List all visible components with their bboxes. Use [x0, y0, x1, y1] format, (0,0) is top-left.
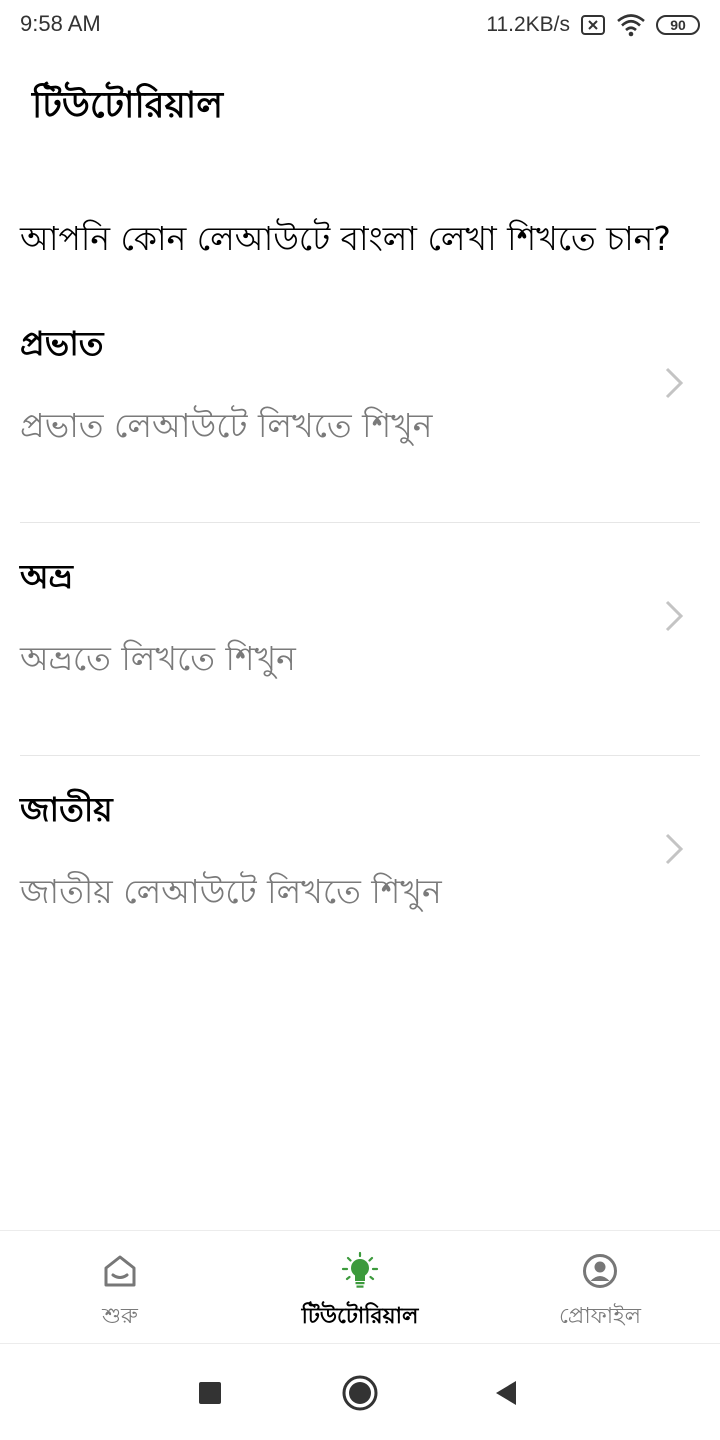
layout-item-probhat[interactable]: প্রভাত প্রভাত লেআউটে লিখতে শিখুন [20, 290, 700, 523]
layout-question: আপনি কোন লেআউটে বাংলা লেখা শিখতে চান? [20, 219, 671, 258]
lightbulb-icon [341, 1251, 379, 1288]
layout-title: প্রভাত [20, 324, 104, 363]
sim-none-icon [580, 14, 606, 36]
home-icon [104, 1255, 136, 1287]
chevron-right-icon [665, 833, 684, 865]
recents-square-icon[interactable] [190, 1373, 230, 1413]
nav-label: টিউটোরিয়াল [301, 1304, 419, 1329]
battery-icon: 90 [656, 15, 700, 35]
nav-item-profile[interactable]: প্রোফাইল [480, 1231, 720, 1343]
layout-list: প্রভাত প্রভাত লেআউটে লিখতে শিখুন অভ্র অভ… [20, 290, 700, 989]
home-circle-icon[interactable] [340, 1373, 380, 1413]
profile-icon [583, 1254, 617, 1288]
nav-label: শুরু [102, 1304, 138, 1329]
back-triangle-icon[interactable] [486, 1373, 526, 1413]
bottom-navigation: শুরু টিউটোরিয়াল প্রোফাইল [0, 1230, 720, 1344]
wifi-icon [616, 13, 646, 37]
layout-title: জাতীয় [20, 790, 113, 829]
nav-item-home[interactable]: শুরু [0, 1231, 240, 1343]
layout-item-avro[interactable]: অভ্র অভ্রতে লিখতে শিখুন [20, 523, 700, 756]
tutorial-screen: 9:58 AM 11.2KB/s 90 টিউটোরিয়াল আপনি কোন… [0, 0, 720, 1440]
nav-item-tutorial[interactable]: টিউটোরিয়াল [240, 1231, 480, 1343]
layout-description: জাতীয় লেআউটে লিখতে শিখুন [20, 872, 442, 911]
nav-label: প্রোফাইল [558, 1304, 642, 1329]
status-time: 9:58 AM [20, 11, 101, 36]
layout-item-jatiyo[interactable]: জাতীয় জাতীয় লেআউটে লিখতে শিখুন [20, 756, 700, 989]
layout-description: প্রভাত লেআউটে লিখতে শিখুন [20, 406, 433, 445]
status-bar: 9:58 AM 11.2KB/s 90 [0, 0, 720, 50]
chevron-right-icon [665, 367, 684, 399]
chevron-right-icon [665, 600, 684, 632]
layout-description: অভ্রতে লিখতে শিখুন [20, 639, 296, 678]
page-title: টিউটোরিয়াল [32, 85, 224, 126]
system-navigation-bar [0, 1345, 720, 1440]
layout-title: অভ্র [20, 557, 73, 596]
status-icons: 11.2KB/s 90 [486, 10, 700, 40]
network-speed: 11.2KB/s [486, 13, 570, 36]
battery-level: 90 [670, 17, 686, 33]
